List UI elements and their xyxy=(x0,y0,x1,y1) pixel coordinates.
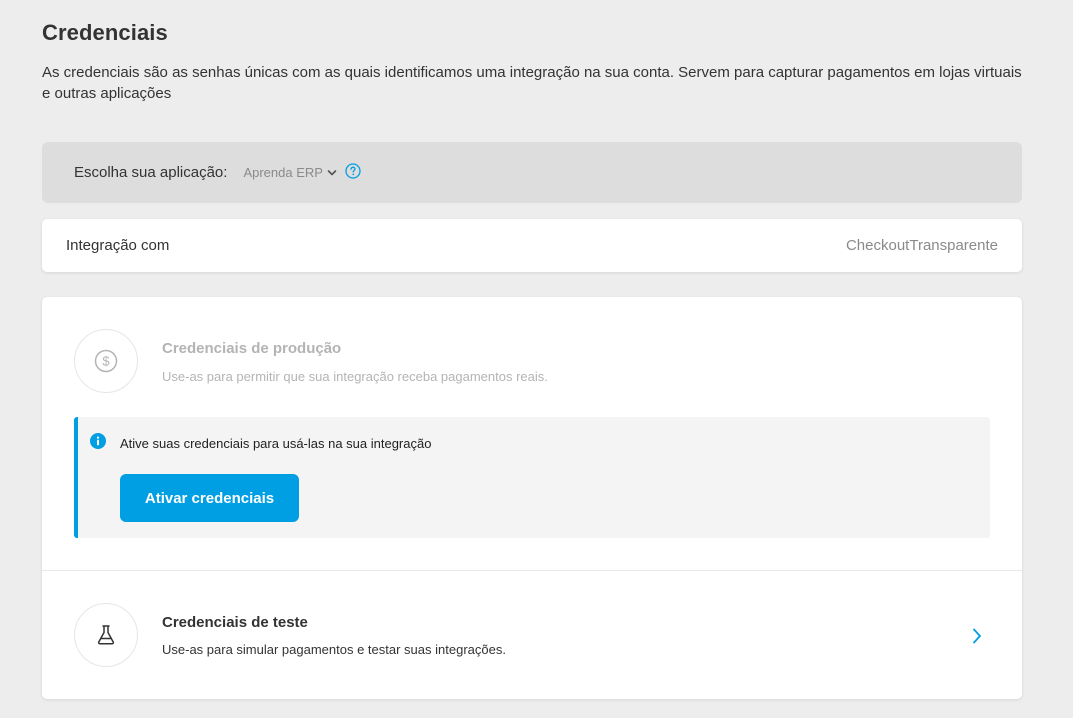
application-dropdown-value: Aprenda ERP xyxy=(243,165,323,180)
activate-credentials-button[interactable]: Ativar credenciais xyxy=(120,474,299,522)
integration-card: Integração com CheckoutTransparente xyxy=(42,219,1022,272)
help-icon[interactable] xyxy=(345,162,361,179)
flask-icon xyxy=(97,625,115,645)
application-dropdown[interactable]: Aprenda ERP xyxy=(243,165,337,180)
chevron-right-icon[interactable] xyxy=(970,627,984,645)
production-icon-container: $ xyxy=(74,329,138,393)
page-subtitle: As credenciais são as senhas únicas com … xyxy=(42,64,1022,102)
test-credentials-row[interactable]: Credenciais de teste Use-as para simular… xyxy=(42,571,1022,699)
dollar-coin-icon: $ xyxy=(94,349,118,373)
integration-value: CheckoutTransparente xyxy=(845,237,998,254)
page-title: Credenciais xyxy=(42,20,168,45)
credentials-card: $ Credenciais de produção Use-as para pe… xyxy=(42,297,1022,699)
activation-notice-message: Ative suas credenciais para usá-las na s… xyxy=(120,436,432,451)
activation-notice: Ative suas credenciais para usá-las na s… xyxy=(74,417,990,538)
test-credentials-description: Use-as para simular pagamentos e testar … xyxy=(162,642,506,657)
production-credentials-title: Credenciais de produção xyxy=(162,340,342,357)
chevron-down-icon xyxy=(327,169,337,175)
test-icon-container xyxy=(74,603,138,667)
application-selector-label: Escolha sua aplicação: xyxy=(74,164,228,181)
test-credentials-title: Credenciais de teste xyxy=(162,614,308,631)
production-credentials-description: Use-as para permitir que sua integração … xyxy=(162,369,548,384)
application-selector-bar: Escolha sua aplicação: Aprenda ERP xyxy=(42,142,1022,203)
integration-label: Integração com xyxy=(66,237,170,254)
svg-text:$: $ xyxy=(102,354,110,369)
credentials-page: Credenciais As credenciais são as senhas… xyxy=(0,0,1073,718)
info-icon xyxy=(90,433,106,454)
